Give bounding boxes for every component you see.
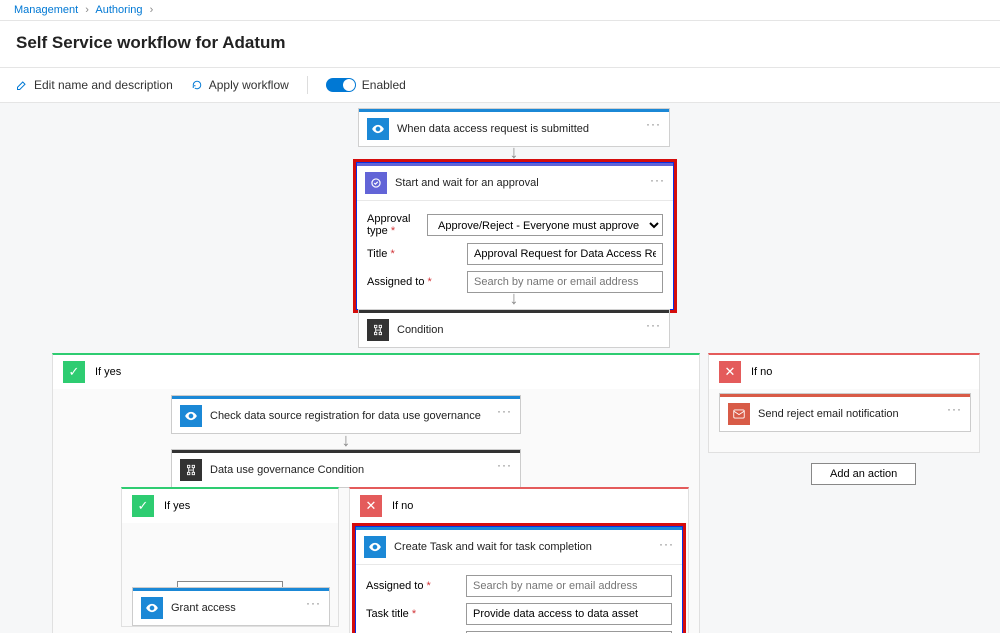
create-task-card[interactable]: Create Task and wait for task completion… [354, 525, 684, 633]
governance-condition-card[interactable]: Data use governance Condition ··· [171, 449, 521, 488]
governance-condition-label: Data use governance Condition [210, 464, 364, 476]
inner-branch-yes: ✓ If yes Grant access ··· Add an action [121, 487, 339, 627]
approval-type-select[interactable]: Approve/Reject - Everyone must approve [427, 214, 663, 236]
more-icon[interactable]: ··· [497, 404, 512, 418]
eye-icon [364, 536, 386, 558]
approval-type-label: Approval type * [367, 213, 427, 237]
enabled-label: Enabled [362, 78, 406, 92]
condition-label: Condition [397, 324, 443, 336]
more-icon[interactable]: ··· [659, 537, 674, 551]
edit-name-label: Edit name and description [34, 78, 173, 92]
inner-yes-label: If yes [164, 500, 190, 512]
reject-email-label: Send reject email notification [758, 408, 899, 420]
eye-icon [141, 597, 163, 619]
edit-name-button[interactable]: Edit name and description [16, 78, 173, 92]
toggle-icon [326, 78, 356, 92]
check-icon: ✓ [63, 361, 85, 383]
branch-yes-label: If yes [95, 366, 121, 378]
chevron-right-icon: › [85, 4, 89, 16]
task-assigned-input[interactable] [466, 575, 672, 597]
branch-no-label: If no [751, 366, 772, 378]
apply-workflow-label: Apply workflow [209, 78, 289, 92]
add-action-button[interactable]: Add an action [811, 463, 916, 485]
condition-icon [180, 459, 202, 481]
task-title-label: Task title * [366, 608, 466, 620]
approval-title-input[interactable] [467, 243, 663, 265]
arrow-down-icon: ↓ [342, 431, 351, 449]
approval-label: Start and wait for an approval [395, 177, 539, 189]
x-icon: ✕ [360, 495, 382, 517]
inner-branch-no: ✕ If no Create Task and wait for task co… [349, 487, 689, 633]
apply-workflow-button[interactable]: Apply workflow [191, 78, 289, 92]
more-icon[interactable]: ··· [497, 458, 512, 472]
trigger-label: When data access request is submitted [397, 123, 589, 135]
task-assigned-label: Assigned to * [366, 580, 466, 592]
inner-no-label: If no [392, 500, 413, 512]
more-icon[interactable]: ··· [947, 402, 962, 416]
approval-icon [365, 172, 387, 194]
breadcrumb-authoring[interactable]: Authoring [95, 4, 142, 16]
more-icon[interactable]: ··· [306, 596, 321, 610]
page-title: Self Service workflow for Adatum [0, 21, 1000, 68]
check-governance-label: Check data source registration for data … [210, 410, 481, 422]
branch-yes: ✓ If yes Check data source registration … [52, 353, 700, 633]
more-icon[interactable]: ··· [646, 318, 661, 332]
task-title-input[interactable] [466, 603, 672, 625]
arrow-down-icon: ↓ [510, 289, 519, 307]
toolbar-divider [307, 76, 308, 94]
arrow-down-icon: ↓ [510, 143, 519, 161]
more-icon[interactable]: ··· [650, 173, 665, 187]
workflow-canvas[interactable]: When data access request is submitted ··… [0, 103, 1000, 633]
create-task-label: Create Task and wait for task completion [394, 541, 592, 553]
pencil-icon [16, 79, 28, 91]
more-icon[interactable]: ··· [646, 117, 661, 131]
branch-no: ✕ If no Send reject email notification ·… [708, 353, 980, 453]
chevron-right-icon: › [150, 4, 154, 16]
toolbar: Edit name and description Apply workflow… [0, 68, 1000, 103]
eye-icon [180, 405, 202, 427]
mail-icon [728, 403, 750, 425]
reject-email-card[interactable]: Send reject email notification ··· [719, 393, 971, 432]
eye-icon [367, 118, 389, 140]
grant-access-label: Grant access [171, 602, 236, 614]
refresh-icon [191, 79, 203, 91]
approval-title-label: Title * [367, 248, 467, 260]
check-icon: ✓ [132, 495, 154, 517]
breadcrumb: Management › Authoring › [0, 0, 1000, 21]
approval-assigned-label: Assigned to * [367, 276, 467, 288]
check-governance-card[interactable]: Check data source registration for data … [171, 395, 521, 434]
grant-access-card[interactable]: Grant access ··· [132, 587, 330, 626]
breadcrumb-management[interactable]: Management [14, 4, 78, 16]
x-icon: ✕ [719, 361, 741, 383]
approval-assigned-input[interactable] [467, 271, 663, 293]
condition-card[interactable]: Condition ··· [358, 309, 670, 348]
condition-icon [367, 319, 389, 341]
enabled-toggle[interactable]: Enabled [326, 78, 406, 92]
